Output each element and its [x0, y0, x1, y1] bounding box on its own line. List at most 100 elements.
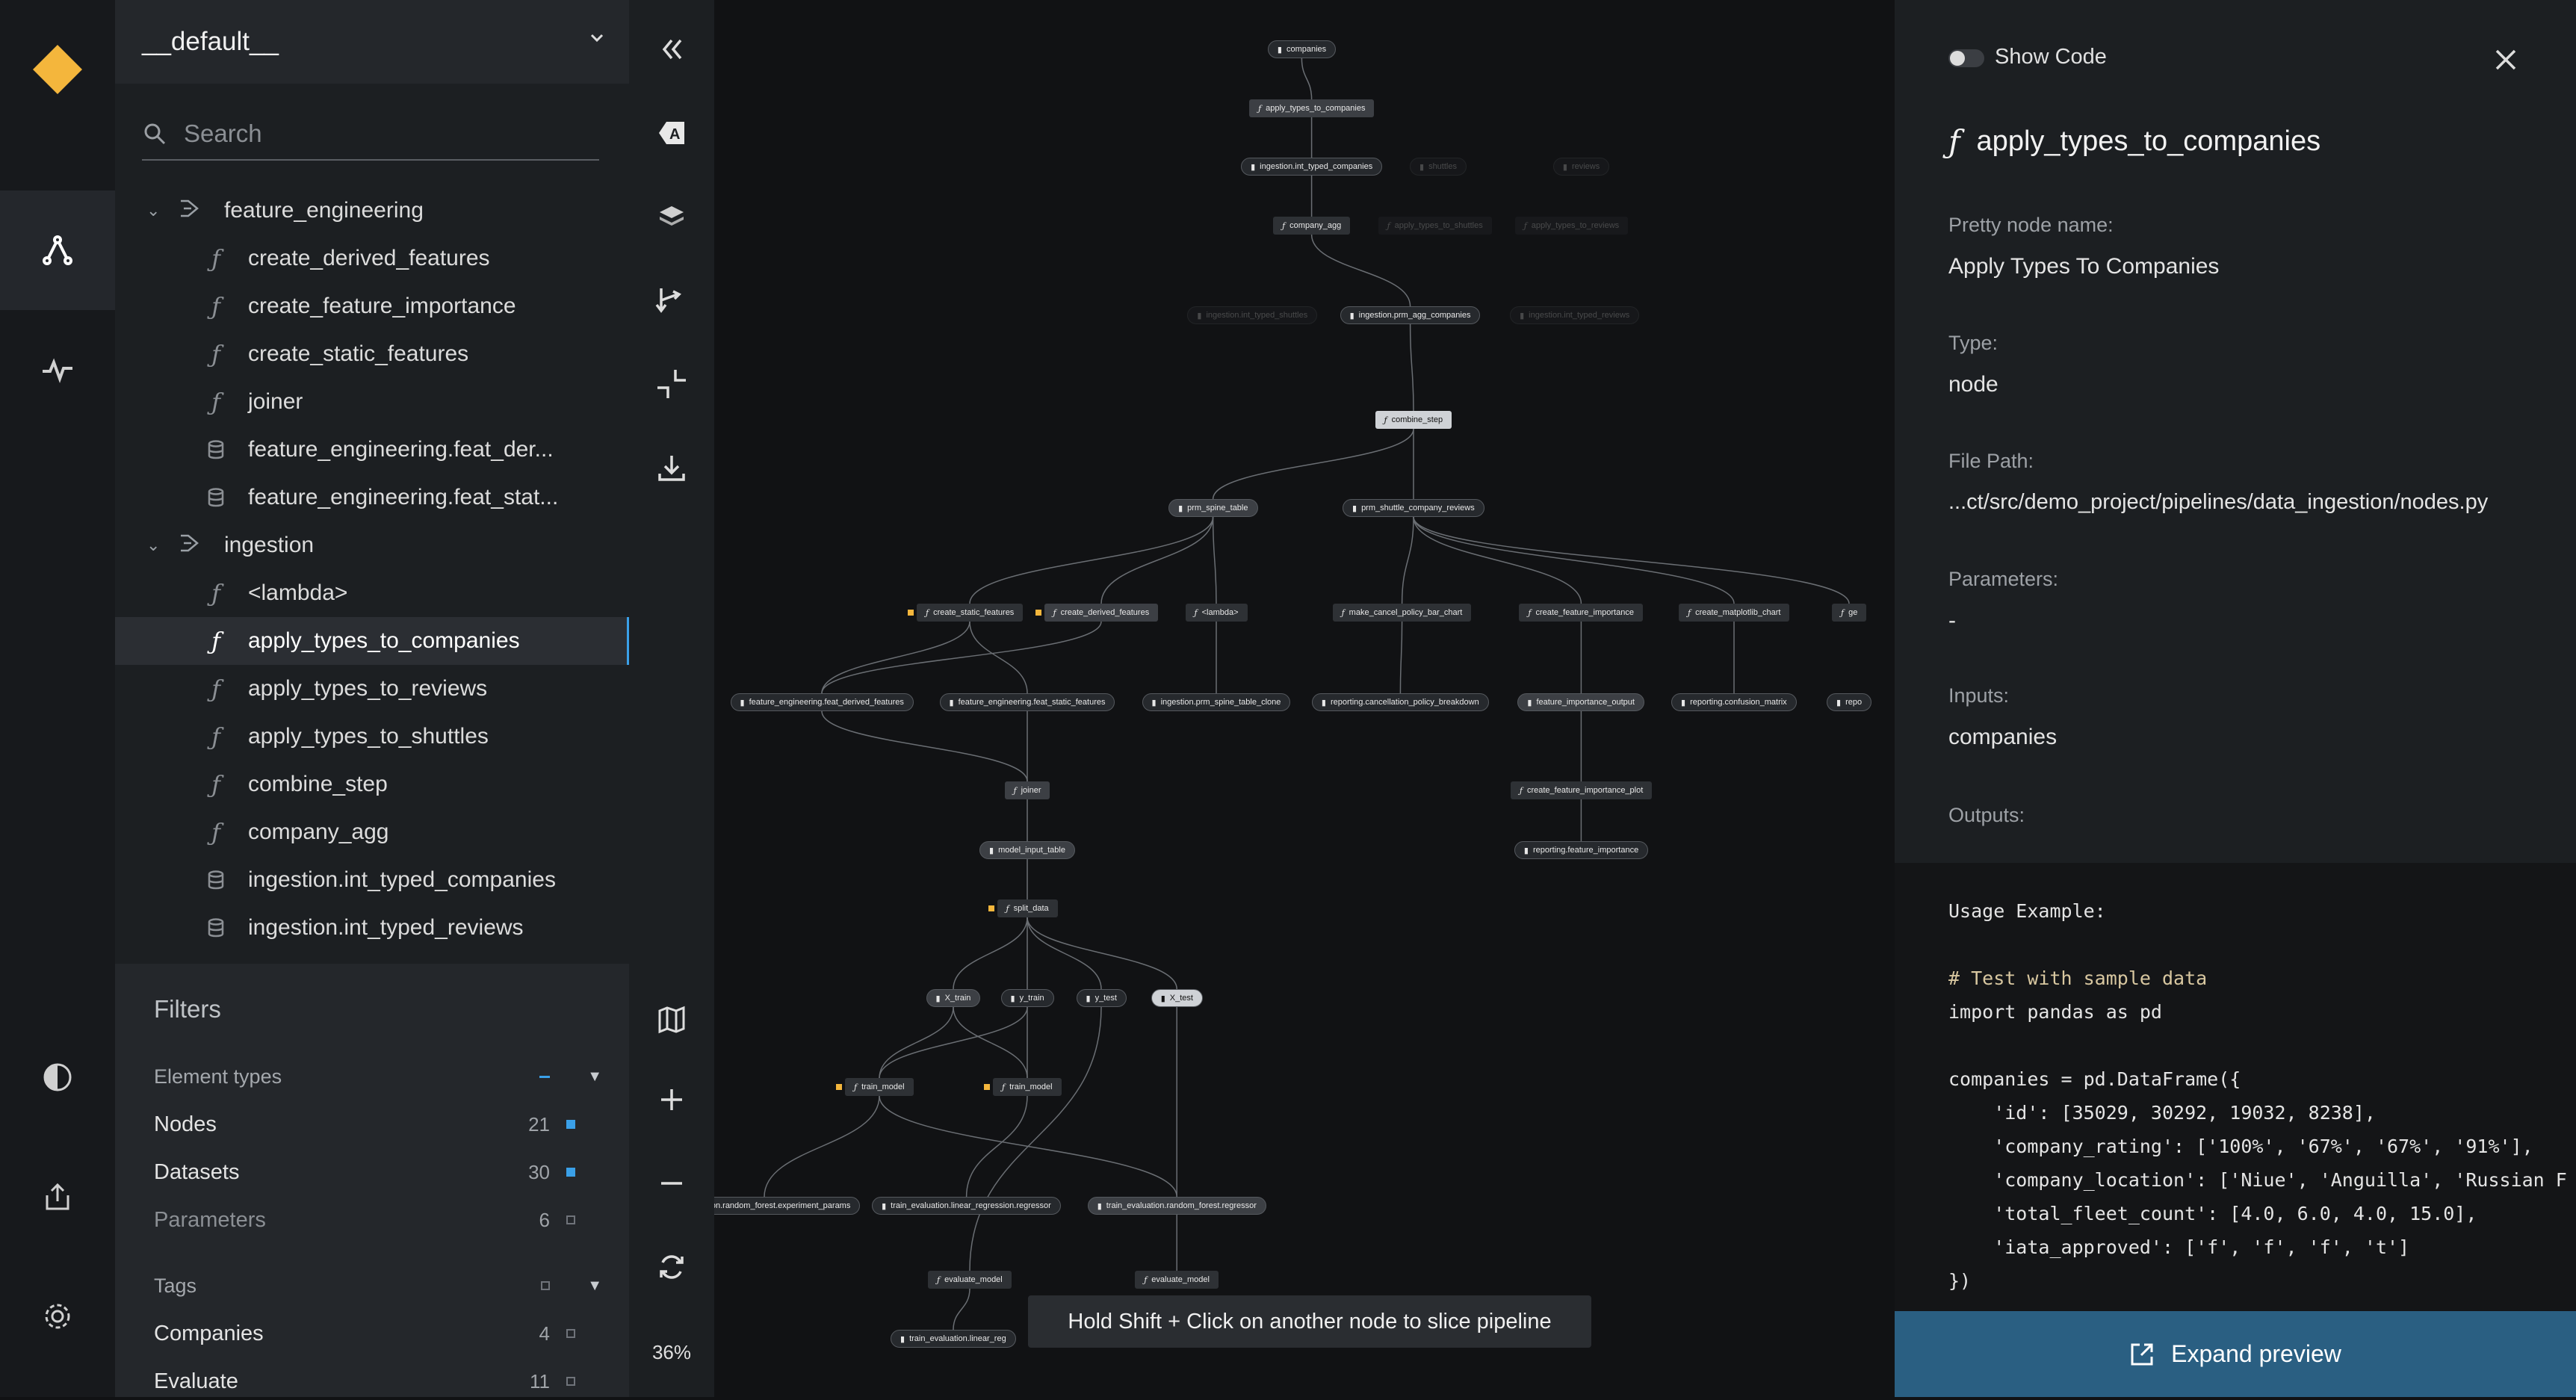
graph-dataset-node[interactable]: ▮ prm_spine_table	[1168, 499, 1258, 517]
expand-pipelines-button[interactable]	[629, 270, 714, 330]
graph-dataset-node[interactable]: ▮ feature_engineering.feat_static_feature…	[939, 693, 1115, 711]
graph-dataset-node[interactable]: ▮ repo	[1827, 693, 1872, 711]
zoom-in-button[interactable]	[629, 1070, 714, 1130]
graph-dataset-node[interactable]: ▮ y_test	[1076, 989, 1127, 1007]
minimap-button[interactable]	[629, 990, 714, 1050]
graph-function-node[interactable]: ƒ evaluate_model	[928, 1271, 1012, 1289]
graph-dataset-node[interactable]: ▮ ingestion.int_typed_shuttles	[1187, 306, 1318, 324]
graph-function-node[interactable]: ƒ train_model	[836, 1078, 914, 1096]
graph-dataset-node[interactable]: ▮ feature_importance_output	[1517, 693, 1644, 711]
pipeline-graph[interactable]: ▮ companies ƒ apply_types_to_companies ▮ inge…	[714, 0, 1895, 1397]
filter-checkbox[interactable]	[566, 1120, 575, 1129]
graph-dataset-node[interactable]: ▮ reporting.confusion_matrix	[1671, 693, 1797, 711]
graph-function-node[interactable]: ƒ create_feature_importance	[1519, 604, 1643, 622]
export-button[interactable]	[0, 1137, 115, 1257]
download-button[interactable]	[629, 438, 714, 498]
filter-checkbox[interactable]	[566, 1377, 575, 1386]
filter-checkbox[interactable]	[541, 1281, 550, 1290]
settings-button[interactable]	[0, 1257, 115, 1376]
tree-dataset[interactable]: ingestion.int_typed_reviews	[115, 904, 629, 952]
graph-function-node[interactable]: ƒ ge	[1832, 604, 1867, 622]
graph-function-node[interactable]: ƒ create_static_features	[908, 604, 1024, 622]
graph-dataset-node[interactable]: ▮ y_train	[1000, 989, 1054, 1007]
tree-node[interactable]: ƒ create_derived_features	[115, 235, 629, 282]
graph-function-node[interactable]: ƒ apply_types_to_companies	[1249, 99, 1375, 117]
pipeline-dropdown[interactable]: __default__	[115, 0, 629, 84]
graph-dataset-node[interactable]: ▮ X_train	[926, 989, 981, 1007]
chevron-down-icon[interactable]: ⌄	[146, 536, 164, 555]
graph-dataset-node[interactable]: ▮ ingestion.int_typed_companies	[1241, 158, 1383, 176]
graph-dataset-node[interactable]: ▮ reviews	[1552, 158, 1610, 176]
tree-node[interactable]: ƒ combine_step	[115, 761, 629, 808]
graph-node-label: valuation.random_forest.experiment_param…	[714, 1201, 851, 1210]
close-button[interactable]	[2492, 46, 2519, 77]
graph-function-node[interactable]: ƒ make_cancel_policy_bar_chart	[1332, 604, 1472, 622]
dataset-icon: ▮	[1523, 845, 1529, 855]
graph-function-node[interactable]: ƒ split_data	[988, 899, 1058, 917]
filter-checkbox[interactable]	[566, 1329, 575, 1338]
graph-dataset-node[interactable]: ▮ ingestion.int_typed_reviews	[1510, 306, 1640, 324]
tags-header[interactable]: Tags ▼	[154, 1267, 602, 1304]
tree-node[interactable]: ƒ apply_types_to_companies	[115, 617, 629, 665]
graph-dataset-node[interactable]: ▮ reporting.feature_importance	[1514, 841, 1649, 859]
graph-function-node[interactable]: ƒ company_agg	[1273, 217, 1351, 235]
theme-toggle-button[interactable]	[0, 1018, 115, 1137]
collapse-view-button[interactable]	[629, 354, 714, 414]
graph-dataset-node[interactable]: ▮ ingestion.prm_spine_table_clone	[1142, 693, 1291, 711]
graph-dataset-node[interactable]: ▮ feature_engineering.feat_derived_featur…	[730, 693, 914, 711]
tree-group[interactable]: ⌄ ingestion	[115, 521, 629, 569]
tree-node[interactable]: ƒ apply_types_to_shuttles	[115, 713, 629, 761]
toggle-labels-button[interactable]: A	[629, 103, 714, 163]
toggle-layers-button[interactable]	[629, 187, 714, 247]
show-code-toggle[interactable]	[1948, 49, 1984, 67]
graph-dataset-node[interactable]: ▮ reporting.cancellation_policy_breakdown	[1311, 693, 1489, 711]
filter-tag-evaluate[interactable]: Evaluate 11	[154, 1363, 602, 1400]
graph-function-node[interactable]: ƒ apply_types_to_reviews	[1514, 217, 1629, 235]
filter-tag-companies[interactable]: Companies 4	[154, 1315, 602, 1352]
graph-function-node[interactable]: ƒ combine_step	[1375, 411, 1452, 429]
tree-node[interactable]: ƒ joiner	[115, 378, 629, 426]
tree-node[interactable]: ƒ <lambda>	[115, 569, 629, 617]
reset-zoom-button[interactable]	[629, 1237, 714, 1297]
graph-function-node[interactable]: ƒ <lambda>	[1185, 604, 1248, 622]
graph-function-node[interactable]: ƒ evaluate_model	[1135, 1271, 1219, 1289]
tree-dataset[interactable]: feature_engineering.feat_stat...	[115, 474, 629, 521]
graph-dataset-node[interactable]: ▮ X_test	[1151, 989, 1203, 1007]
filter-datasets[interactable]: Datasets 30	[154, 1153, 602, 1191]
tree-dataset[interactable]: ingestion.int_typed_companies	[115, 856, 629, 904]
graph-dataset-node[interactable]: ▮ prm_shuttle_company_reviews	[1343, 499, 1484, 517]
graph-function-node[interactable]: ƒ joiner	[1004, 781, 1050, 799]
tree-node[interactable]: ƒ create_feature_importance	[115, 282, 629, 330]
graph-function-node[interactable]: ƒ create_matplotlib_chart	[1679, 604, 1790, 622]
graph-function-node[interactable]: ƒ train_model	[984, 1078, 1062, 1096]
filter-parameters[interactable]: Parameters 6	[154, 1201, 602, 1239]
tree-node[interactable]: ƒ create_static_features	[115, 330, 629, 378]
pulse-icon	[43, 358, 72, 383]
zoom-out-button[interactable]	[629, 1153, 714, 1213]
graph-dataset-node[interactable]: ▮ companies	[1267, 40, 1337, 58]
graph-dataset-node[interactable]: ▮ train_evaluation.random_forest.regresso…	[1087, 1197, 1266, 1215]
collapse-sidebar-button[interactable]	[629, 19, 714, 79]
graph-function-node[interactable]: ƒ create_feature_importance_plot	[1510, 781, 1653, 799]
tree-dataset[interactable]: feature_engineering.feat_der...	[115, 426, 629, 474]
flowchart-view-button[interactable]	[0, 191, 115, 310]
filter-checkbox[interactable]	[566, 1168, 575, 1177]
graph-dataset-node[interactable]: ▮ model_input_table	[979, 841, 1075, 859]
tree-node[interactable]: ƒ apply_types_to_reviews	[115, 665, 629, 713]
filter-nodes[interactable]: Nodes 21	[154, 1106, 602, 1143]
experiment-tracking-button[interactable]	[0, 310, 115, 430]
graph-function-node[interactable]: ƒ apply_types_to_shuttles	[1378, 217, 1492, 235]
element-types-header[interactable]: Element types ▼	[154, 1058, 602, 1095]
graph-dataset-node[interactable]: ▮ train_evaluation.linear_regression.regr…	[872, 1197, 1061, 1215]
tree-node[interactable]: ƒ company_agg	[115, 808, 629, 856]
filter-checkbox[interactable]	[566, 1215, 575, 1224]
expand-preview-button[interactable]: Expand preview	[1895, 1311, 2576, 1397]
graph-dataset-node[interactable]: ▮ train_evaluation.linear_reg	[891, 1330, 1016, 1348]
graph-dataset-node[interactable]: ▮ shuttles	[1410, 158, 1467, 176]
tree-group[interactable]: ⌄ feature_engineering	[115, 187, 629, 235]
search-input[interactable]: Search	[142, 108, 599, 161]
graph-function-node[interactable]: ƒ create_derived_features	[1035, 604, 1159, 622]
graph-dataset-node[interactable]: ▮ ingestion.prm_agg_companies	[1340, 306, 1481, 324]
graph-dataset-node[interactable]: ▮valuation.random_forest.experiment_para…	[714, 1197, 861, 1215]
chevron-down-icon[interactable]: ⌄	[146, 201, 164, 220]
